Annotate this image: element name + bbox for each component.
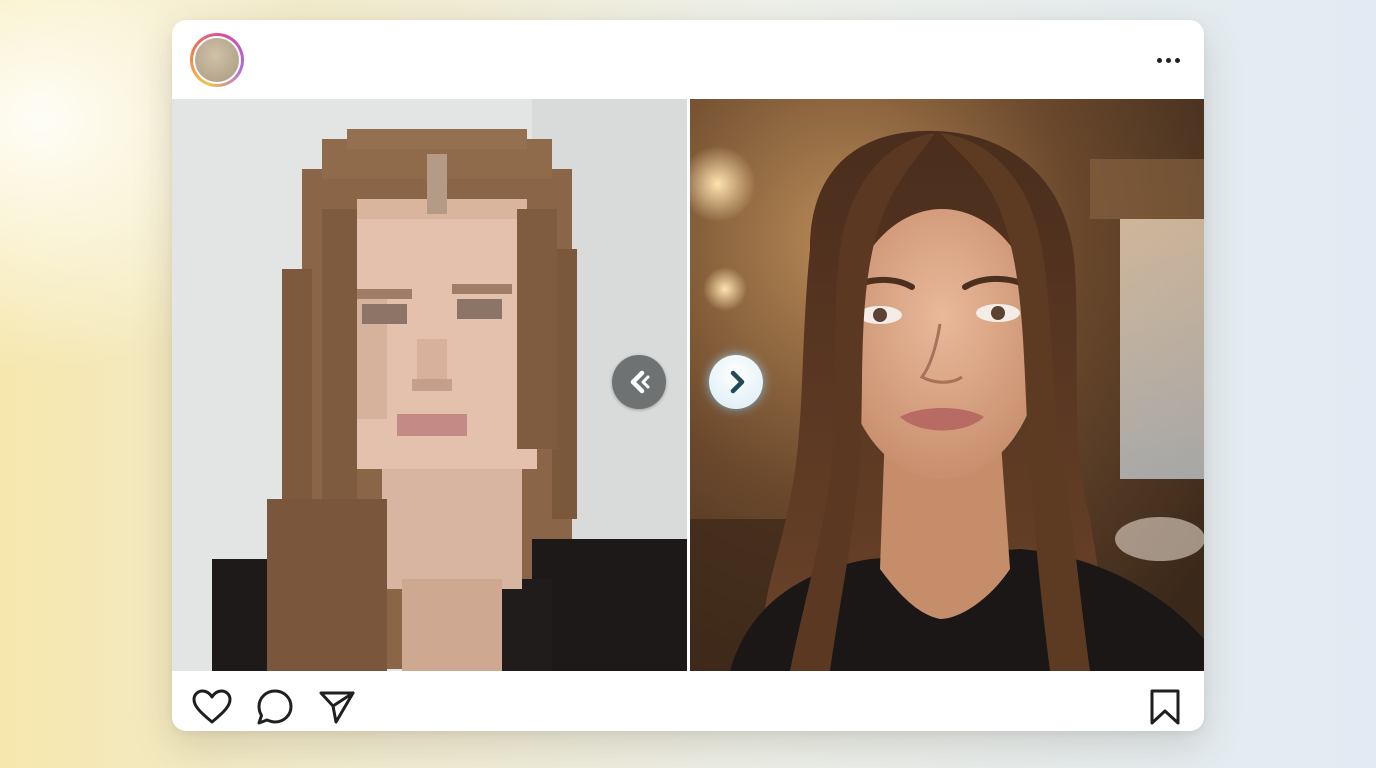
more-horizontal-icon [1174, 57, 1180, 63]
like-button[interactable] [190, 687, 234, 727]
post-header [172, 20, 1204, 99]
send-icon [319, 691, 355, 724]
profile-avatar[interactable] [190, 33, 244, 87]
avatar-frame [193, 36, 241, 84]
more-horizontal-icon [1156, 57, 1162, 63]
share-button[interactable] [315, 687, 359, 727]
pixelated-portrait-illustration [172, 99, 687, 671]
chevron-left-icon [630, 370, 650, 394]
bookmark-icon [1150, 689, 1180, 725]
more-options-button[interactable] [1148, 48, 1188, 72]
post-card [172, 20, 1204, 731]
save-button[interactable] [1143, 687, 1187, 727]
sharp-portrait-image [690, 99, 1204, 671]
heart-icon [192, 689, 232, 724]
post-action-bar [172, 671, 1204, 731]
avatar-image [195, 38, 239, 82]
carousel-next-button[interactable] [709, 355, 763, 409]
carousel-prev-button[interactable] [612, 355, 666, 409]
comment-icon [257, 689, 293, 725]
chevron-right-icon [730, 370, 745, 394]
comment-button[interactable] [253, 687, 297, 727]
post-media-carousel[interactable] [172, 99, 1204, 671]
pixelated-portrait-image [172, 99, 687, 671]
sharp-portrait-illustration [690, 99, 1204, 671]
more-horizontal-icon [1165, 57, 1171, 63]
